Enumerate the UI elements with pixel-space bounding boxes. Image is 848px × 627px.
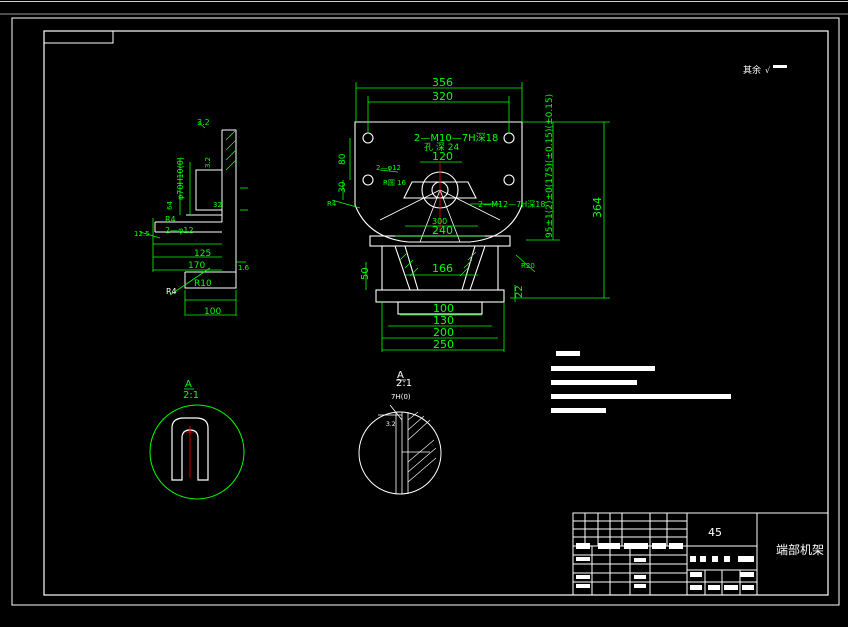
svg-text:166: 166 <box>432 262 453 275</box>
detail-b-view: A 2:1 7H(0) 3.2 <box>358 370 442 495</box>
svg-text:3.2: 3.2 <box>204 157 212 168</box>
svg-text:356: 356 <box>432 76 453 89</box>
svg-text:2—M12—7H深18: 2—M12—7H深18 <box>478 200 545 209</box>
svg-text:32: 32 <box>213 201 222 209</box>
sheet-border <box>11 17 840 606</box>
svg-text:22: 22 <box>514 285 525 298</box>
svg-text:φ70H10(0): φ70H10(0) <box>176 157 185 200</box>
detail-a-view: A 2:1 <box>149 379 245 500</box>
title-block: 45 端部机架 <box>572 512 829 596</box>
material-label: 45 <box>708 526 722 539</box>
svg-text:R4: R4 <box>165 215 176 224</box>
part-name: 端部机架 <box>776 542 824 557</box>
svg-text:364: 364 <box>591 197 604 218</box>
cad-drawing-canvas: 其余 √ 3.2 3.2 φ70H10(0) 64 32 R4 2—φ12 12… <box>0 1 848 606</box>
svg-text:R圆 16: R圆 16 <box>383 179 407 187</box>
svg-text:3.2: 3.2 <box>386 421 396 428</box>
svg-text:2—φ12: 2—φ12 <box>376 164 401 172</box>
svg-text:30: 30 <box>338 181 348 193</box>
svg-text:320: 320 <box>432 90 453 103</box>
svg-text:120: 120 <box>432 150 453 163</box>
svg-text:125: 125 <box>194 249 211 259</box>
svg-text:2:1: 2:1 <box>183 390 199 401</box>
svg-text:95±1(2)±0(175)(±0.15)(±0.15): 95±1(2)±0(175)(±0.15)(±0.15) <box>545 94 555 238</box>
svg-text:170: 170 <box>188 261 205 271</box>
svg-text:1.6: 1.6 <box>238 264 250 272</box>
svg-text:2:1: 2:1 <box>396 378 412 389</box>
svg-text:其余: 其余 <box>743 64 761 76</box>
svg-text:250: 250 <box>433 338 454 351</box>
side-view: 3.2 3.2 φ70H10(0) 64 32 R4 2—φ12 12.5 12… <box>134 118 250 317</box>
svg-text:A: A <box>185 379 192 390</box>
front-view: 356 320 2—M10—7H深18 孔 深 24 120 2—φ12 R圆 … <box>327 76 610 352</box>
technical-requirements <box>551 351 731 413</box>
svg-text:R4: R4 <box>166 287 177 296</box>
svg-text:64: 64 <box>166 201 174 210</box>
svg-text:R4: R4 <box>327 200 337 208</box>
svg-text:2—φ12: 2—φ12 <box>165 226 194 235</box>
svg-text:3.2: 3.2 <box>197 118 210 127</box>
svg-text:80: 80 <box>338 153 348 165</box>
svg-text:12.5: 12.5 <box>134 230 150 238</box>
svg-text:R10: R10 <box>194 279 212 289</box>
svg-text:R20: R20 <box>521 262 535 270</box>
svg-text:√: √ <box>765 66 771 75</box>
roughness-note: 其余 √ <box>743 64 787 76</box>
svg-text:240: 240 <box>432 224 453 237</box>
svg-text:7H(0): 7H(0) <box>391 393 411 401</box>
svg-text:100: 100 <box>204 307 221 317</box>
svg-text:50: 50 <box>360 267 371 280</box>
